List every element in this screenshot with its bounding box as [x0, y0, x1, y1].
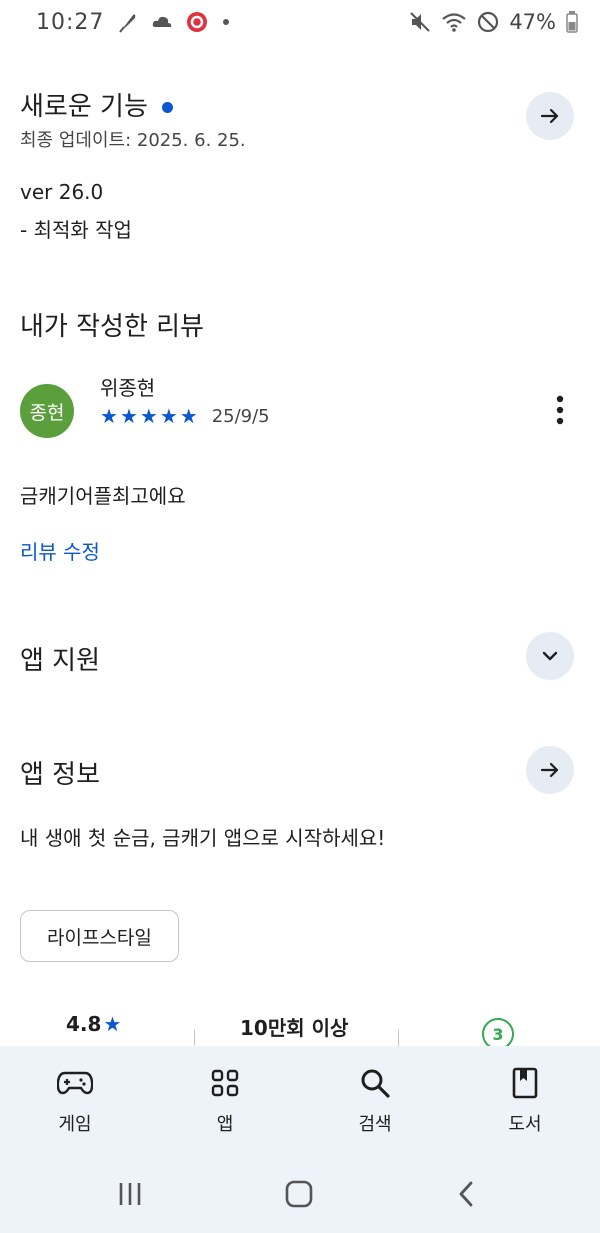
last-updated-text: 최종 업데이트: 2025. 6. 25. [20, 130, 246, 151]
back-icon [459, 1181, 473, 1207]
battery-percent: 47% [509, 10, 556, 34]
star-icon: ★ [179, 404, 198, 428]
edit-review-link[interactable]: 리뷰 수정 [20, 536, 220, 565]
nav-item-books[interactable]: 도서 [465, 1046, 585, 1156]
do-not-disturb-icon [477, 11, 499, 33]
app-support-expand-button[interactable] [526, 632, 574, 680]
star-icon: ★ [159, 404, 178, 428]
whats-new-header[interactable]: 새로운 기능 [20, 86, 500, 123]
mute-icon [409, 11, 431, 33]
star-icon: ★ [119, 404, 138, 428]
nav-item-apps[interactable]: 앱 [165, 1046, 285, 1156]
downloads-stat: 10만회 이상 [240, 1016, 349, 1040]
nav-label-search: 검색 [358, 1114, 392, 1135]
version-text: ver 26.0 [20, 180, 104, 204]
feather-icon [118, 11, 138, 33]
app-support-title: 앱 지원 [20, 646, 101, 676]
nav-item-search[interactable]: 검색 [315, 1046, 435, 1156]
rating-value: 4.8 [66, 1012, 102, 1036]
review-more-button[interactable] [548, 392, 572, 428]
cloud-icon [152, 15, 172, 29]
app-description: 내 생애 첫 순금, 금캐기 앱으로 시작하세요! [20, 826, 386, 850]
star-icon: ★ [103, 1012, 122, 1036]
status-time: 10:27 [36, 9, 105, 35]
category-chip[interactable]: 라이프스타일 [20, 910, 179, 962]
app-info-title: 앱 정보 [20, 760, 101, 790]
review-date: 25/9/5 [211, 405, 270, 427]
battery-icon [566, 11, 578, 33]
recent-apps-icon [119, 1183, 141, 1205]
app-notification-icon [186, 11, 208, 33]
more-vert-icon [556, 395, 564, 425]
recent-apps-button[interactable] [110, 1178, 150, 1210]
arrow-right-icon [540, 762, 559, 778]
more-notifications-dot-icon [222, 18, 230, 26]
system-nav-bar [0, 1156, 600, 1233]
nav-label-apps: 앱 [216, 1114, 234, 1135]
book-icon [512, 1066, 538, 1100]
avatar: 종현 [20, 384, 74, 438]
gamepad-icon [57, 1066, 93, 1100]
reviewer-name: 위종현 [100, 376, 156, 400]
whats-new-title: 새로운 기능 [20, 92, 148, 122]
bottom-nav: 게임 앱 검색 도서 [0, 1046, 600, 1156]
rating-stat: 4.8 ★ [66, 1012, 121, 1036]
star-icon: ★ [139, 404, 158, 428]
apps-grid-icon [211, 1066, 239, 1100]
release-note-text: - 최적화 작업 [20, 218, 132, 242]
status-bar: 10:27 47% [0, 0, 600, 44]
star-icon: ★ [100, 404, 118, 428]
new-indicator-dot [161, 102, 173, 113]
review-text: 금캐기어플최고에요 [20, 484, 186, 508]
review-meta: ★ ★ ★ ★ ★ 25/9/5 [100, 404, 480, 428]
app-info-arrow-button[interactable] [526, 746, 574, 794]
home-button[interactable] [279, 1178, 319, 1210]
arrow-right-icon [540, 108, 559, 124]
nav-item-games[interactable]: 게임 [15, 1046, 135, 1156]
my-review-title: 내가 작성한 리뷰 [20, 312, 204, 342]
chevron-down-icon [542, 651, 558, 661]
whats-new-arrow-button[interactable] [526, 92, 574, 140]
nav-label-games: 게임 [58, 1114, 92, 1135]
back-button[interactable] [446, 1178, 486, 1210]
wifi-icon [441, 11, 467, 33]
search-icon [359, 1066, 391, 1100]
rating-stars: ★ ★ ★ ★ ★ [100, 404, 198, 428]
home-icon [285, 1180, 313, 1208]
nav-label-books: 도서 [508, 1114, 542, 1135]
